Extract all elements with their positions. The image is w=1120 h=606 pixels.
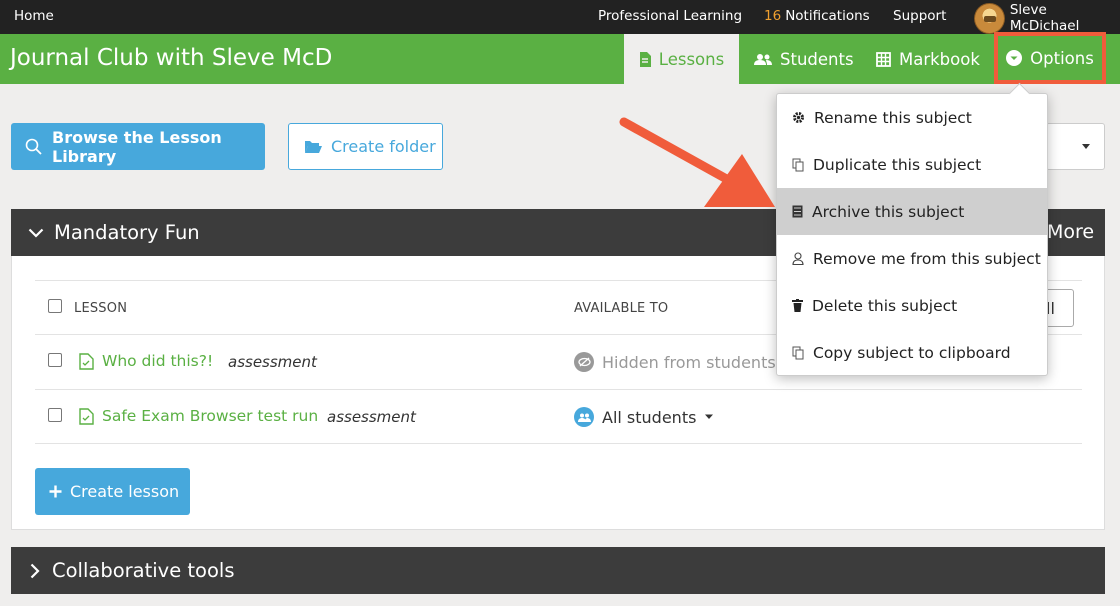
users-icon [754,53,772,66]
avatar [974,2,1005,34]
trash-icon [792,299,803,312]
support-link[interactable]: Support [893,8,946,24]
home-link[interactable]: Home [14,8,54,24]
plus-icon [49,485,62,498]
options-dropdown-menu: Rename this subject Duplicate this subje… [776,93,1048,376]
clipboard-icon [792,346,804,360]
menu-item-archive[interactable]: Archive this subject [777,188,1047,235]
lesson-type: assessment [228,353,317,371]
create-lesson-button[interactable]: Create lesson [35,468,190,515]
browse-button-label: Browse the Lesson Library [52,127,222,166]
search-icon [25,138,42,155]
tab-students[interactable]: Students [754,34,854,84]
column-header-lesson: LESSON [74,301,128,316]
tab-options-label: Options [1030,48,1094,68]
create-folder-button[interactable]: Create folder [288,123,443,170]
create-folder-label: Create folder [331,137,436,156]
menu-item-label: Copy subject to clipboard [813,343,1011,362]
more-button[interactable]: More [1047,221,1094,243]
lesson-type: assessment [327,408,416,426]
tab-lessons[interactable]: Lessons [624,34,739,84]
top-nav-bar: Home Professional Learning 16 Notificatio… [0,0,1120,34]
table-icon [876,51,891,67]
folder-open-icon [304,140,322,154]
eye-slash-icon [574,352,594,372]
availability-dropdown[interactable]: All students [574,407,714,427]
menu-item-label: Duplicate this subject [813,155,982,174]
user-menu[interactable]: Sleve McDichael [974,2,1120,34]
assessment-doc-icon [79,407,94,425]
availability-label: All students [602,407,697,427]
tab-lessons-label: Lessons [658,49,725,69]
availability-dropdown[interactable]: Hidden from students [574,352,776,372]
user-name: Sleve McDichael [1009,2,1080,34]
row-checkbox[interactable] [48,408,62,422]
menu-item-duplicate[interactable]: Duplicate this subject [777,141,1047,188]
section-title: Collaborative tools [52,559,235,582]
menu-item-copy-clipboard[interactable]: Copy subject to clipboard [777,329,1047,376]
person-icon [792,252,804,265]
users-icon [574,407,594,427]
availability-label: Hidden from students [602,352,776,372]
menu-item-label: Delete this subject [812,296,958,315]
notifications-label: Notifications [785,8,870,24]
chevron-down-circle-icon [1006,50,1023,66]
tab-students-label: Students [780,49,854,69]
lesson-name: Who did this?! [102,352,214,370]
divider [35,443,1082,444]
menu-item-label: Remove me from this subject [813,249,1041,268]
notifications-link[interactable]: 16 Notifications [764,8,870,24]
lesson-link[interactable]: Safe Exam Browser test run [79,407,318,425]
copy-icon [792,158,804,172]
column-header-available-to: AVAILABLE TO [574,301,669,316]
tab-options[interactable]: Options [994,32,1106,84]
caret-down-icon [1082,144,1090,149]
annotation-arrow [619,117,775,207]
browse-lesson-library-button[interactable]: Browse the Lesson Library [11,123,265,170]
section-header-collaborative-tools[interactable]: Collaborative tools [11,547,1105,594]
caret-down-icon [704,414,714,420]
select-all-checkbox[interactable] [48,299,62,313]
document-icon [639,51,651,67]
menu-item-rename[interactable]: Rename this subject [777,94,1047,141]
archive-icon [792,205,803,218]
menu-item-label: Archive this subject [812,202,965,221]
professional-learning-link[interactable]: Professional Learning [598,8,742,24]
section-title: Mandatory Fun [54,221,200,244]
menu-item-label: Rename this subject [814,108,972,127]
page-title: Journal Club with Sleve McD [10,45,333,71]
chevron-right-icon [30,563,40,579]
menu-item-delete[interactable]: Delete this subject [777,282,1047,329]
tab-markbook[interactable]: Markbook [876,34,980,84]
lesson-name: Safe Exam Browser test run [102,407,319,425]
view-select[interactable] [1046,123,1105,170]
subject-header: Journal Club with Sleve McD Lessons Stud… [0,32,1120,84]
menu-item-remove-me[interactable]: Remove me from this subject [777,235,1047,282]
chevron-down-icon [28,228,44,238]
create-lesson-label: Create lesson [70,482,180,501]
lesson-link[interactable]: Who did this?! [79,352,213,370]
gear-icon [792,111,805,124]
divider [35,389,1082,390]
notification-count: 16 [764,8,782,24]
row-checkbox[interactable] [48,353,62,367]
tab-markbook-label: Markbook [899,49,980,69]
assessment-doc-icon [79,352,94,370]
